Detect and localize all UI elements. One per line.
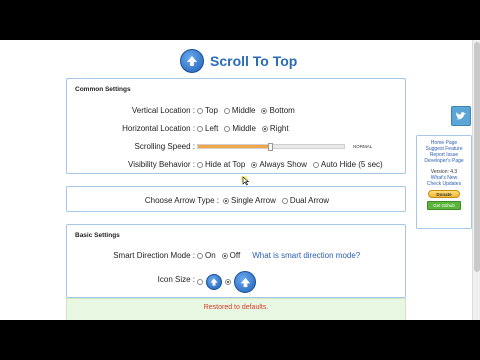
smart-direction-label: Smart Direction Mode : [113,251,195,260]
scrolling-speed-slider[interactable] [197,143,345,151]
icon-size-row: Icon Size : [67,271,407,293]
basic-settings-panel: Basic Settings Smart Direction Mode : On… [66,224,406,298]
icon-size-label: Icon Size : [157,275,195,284]
up-arrow-circle-icon [180,49,204,73]
smart-direction-row: Smart Direction Mode : On Off What is sm… [67,250,407,262]
scrolling-speed-label: Scrolling Speed : [134,142,195,151]
arrow-type-row: Choose Arrow Type : Single Arrow Dual Ar… [67,195,407,207]
page-title: Scroll To Top [210,53,298,69]
horizontal-left-radio[interactable]: Left [197,124,218,133]
visibility-always-show-radio[interactable]: Always Show [251,160,307,169]
horizontal-middle-radio[interactable]: Middle [224,124,256,133]
smart-direction-help-link[interactable]: What is smart direction mode? [252,251,360,260]
scrollbar-thumb[interactable] [474,42,480,272]
visibility-auto-hide-radio[interactable]: Auto Hide (5 sec) [312,160,383,169]
smart-direction-on-radio[interactable]: On [197,251,216,260]
visibility-behavior-label: Visibility Behavior : [128,160,195,169]
dual-arrow-radio[interactable]: Dual Arrow [281,196,329,205]
horizontal-location-label: Horizontal Location : [122,124,195,133]
horizontal-right-radio[interactable]: Right [261,124,289,133]
slider-handle[interactable] [268,143,273,151]
smart-direction-off-radio[interactable]: Off [221,251,240,260]
page-header: Scroll To Top [180,48,297,74]
browser-viewport: Scroll To Top Common Settings Vertical L… [0,40,480,320]
check-updates-link[interactable]: Check Updates [417,181,471,187]
large-arrow-icon [234,271,256,293]
vertical-top-radio[interactable]: Top [197,106,218,115]
twitter-bird-icon [456,112,466,120]
twitter-button[interactable] [451,106,471,126]
vertical-bottom-radio[interactable]: Bottom [261,106,295,115]
visibility-behavior-row: Visibility Behavior : Hide at Top Always… [67,159,407,171]
scrolling-speed-row: Scrolling Speed : NORMAL [67,141,407,153]
page-scrollbar[interactable] [472,40,480,320]
icon-size-large-radio[interactable] [225,279,231,285]
slider-fill [198,145,271,148]
common-settings-panel: Common Settings Vertical Location : Top … [66,78,406,174]
restore-notice: Restored to defaults. [66,298,406,320]
vertical-location-label: Vertical Location : [131,106,195,115]
arrow-type-panel: Choose Arrow Type : Single Arrow Dual Ar… [66,186,406,212]
vertical-location-row: Vertical Location : Top Middle Bottom [67,105,407,117]
single-arrow-radio[interactable]: Single Arrow [223,196,276,205]
github-button[interactable]: Get Github [427,201,461,210]
arrow-type-label: Choose Arrow Type : [144,196,219,205]
basic-settings-title: Basic Settings [75,232,120,239]
scrolling-speed-value: NORMAL [353,144,373,149]
developers-page-link[interactable]: Developer's Page [417,158,471,164]
notice-text: Restored to defaults. [203,304,269,311]
visibility-hide-at-top-radio[interactable]: Hide at Top [197,160,245,169]
donate-button[interactable]: Donate [428,190,460,198]
vertical-middle-radio[interactable]: Middle [223,106,255,115]
common-settings-title: Common Settings [75,86,131,93]
icon-size-small-radio[interactable] [197,279,203,285]
sidebar-links: Home Page Suggest Feature Report Issue D… [416,135,472,229]
small-arrow-icon [206,274,222,290]
mouse-cursor-icon [241,176,250,186]
horizontal-location-row: Horizontal Location : Left Middle Right [67,123,407,135]
